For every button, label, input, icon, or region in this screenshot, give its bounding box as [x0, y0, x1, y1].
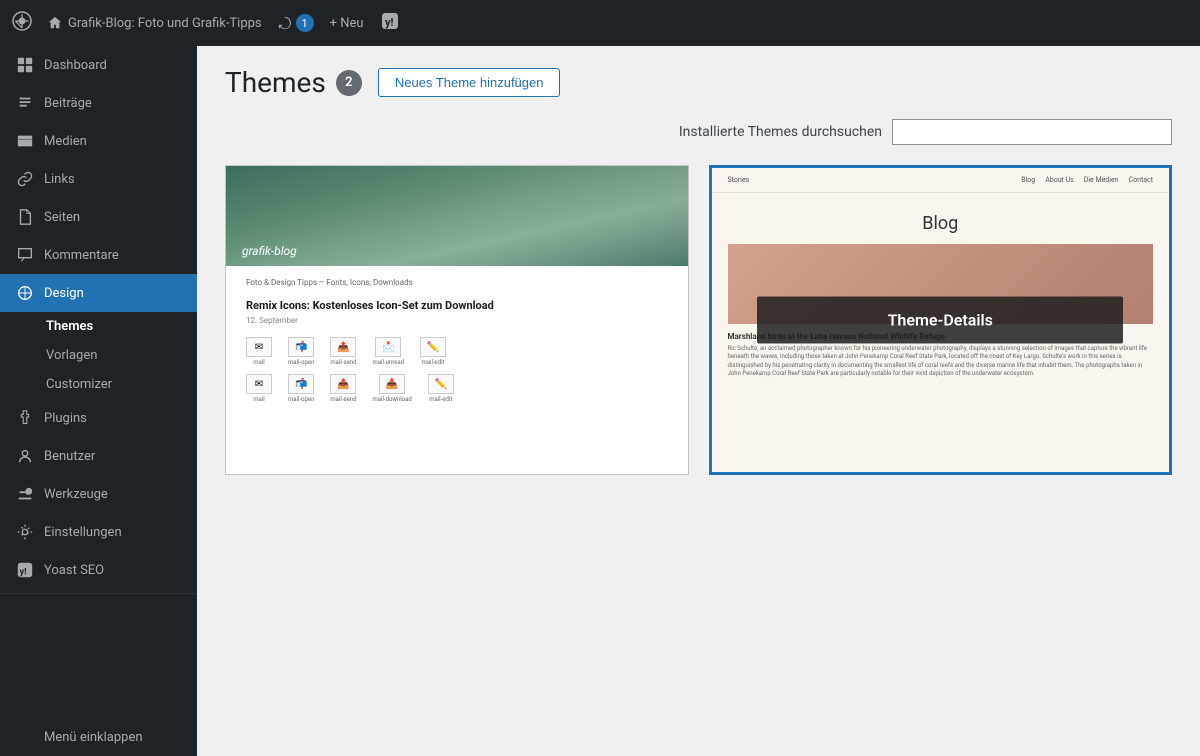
grafik-article-title: Remix Icons: Kostenloses Icon-Set zum Do…	[246, 299, 668, 312]
sidebar-item-beitrage[interactable]: Beiträge	[0, 84, 197, 122]
themes-grid: grafik-blog Foto & Design Tipps – Fonts,…	[225, 165, 1172, 475]
theme-details-overlay[interactable]: Theme-Details	[757, 297, 1123, 344]
design-submenu: Themes Vorlagen Customizer	[0, 312, 197, 399]
theme-card-twentytwentyfive[interactable]: Stories Blog About Us Die Medien Contact…	[709, 165, 1173, 475]
twtf-blog-heading: Blog	[712, 193, 1170, 244]
sidebar-item-einstellungen[interactable]: Einstellungen	[0, 513, 197, 551]
search-area: Installierte Themes durchsuchen	[225, 119, 1172, 145]
new-content-button[interactable]: + Neu	[330, 16, 364, 31]
twtf-nav: Stories Blog About Us Die Medien Contact	[712, 168, 1170, 193]
grafik-article-date: 12. September	[246, 316, 668, 325]
grafik-content: Foto & Design Tipps – Fonts, Icons, Down…	[226, 266, 688, 474]
page-header: Themes 2 Neues Theme hinzufügen	[225, 66, 1172, 99]
sidebar-item-seiten[interactable]: Seiten	[0, 198, 197, 236]
theme-footer-grafikblog: Aktiv: GrafikBlog 2.0 Customizer	[226, 474, 688, 475]
sidebar-sub-themes[interactable]: Themes	[0, 312, 197, 341]
svg-text:y!: y!	[20, 568, 27, 578]
grafik-header-image: grafik-blog	[226, 166, 688, 266]
twtf-nav-links: Blog About Us Die Medien Contact	[1021, 176, 1153, 184]
sidebar-item-yoast-seo[interactable]: y! Yoast SEO	[0, 551, 197, 589]
twtf-brand: Stories	[728, 176, 750, 184]
updates-icon[interactable]: 1	[278, 14, 314, 32]
svg-text:y!: y!	[385, 16, 394, 29]
updates-count: 1	[296, 14, 314, 32]
search-input[interactable]	[892, 119, 1172, 145]
sidebar-item-werkzeuge[interactable]: Werkzeuge	[0, 475, 197, 513]
sidebar-item-kommentare[interactable]: Kommentare	[0, 236, 197, 274]
sidebar-item-links[interactable]: Links	[0, 160, 197, 198]
theme-preview-grafikblog: grafik-blog Foto & Design Tipps – Fonts,…	[226, 166, 688, 474]
sidebar-item-dashboard[interactable]: Dashboard	[0, 46, 197, 84]
theme-card-grafikblog[interactable]: grafik-blog Foto & Design Tipps – Fonts,…	[225, 165, 689, 475]
site-breadcrumb[interactable]: Grafik-Blog: Foto und Grafik-Tipps	[48, 16, 262, 31]
collapse-menu-button[interactable]: Menü einklappen	[0, 718, 197, 756]
add-theme-button[interactable]: Neues Theme hinzufügen	[378, 68, 561, 97]
topbar: Grafik-Blog: Foto und Grafik-Tipps 1 + N…	[0, 0, 1200, 46]
grafik-blog-logo: grafik-blog	[242, 244, 672, 258]
yoast-icon[interactable]: y!	[380, 11, 400, 35]
grafik-icons-row-2: ✉mail 📬mail-open 📤mail-send 📥mail-downlo…	[246, 374, 668, 403]
theme-preview-twentytwentyfive: Stories Blog About Us Die Medien Contact…	[712, 168, 1170, 472]
page-title-wrap: Themes 2	[225, 66, 362, 99]
twtf-article-text: Ric Schulte, an acclaimed photographer k…	[728, 345, 1154, 379]
sidebar-sub-vorlagen[interactable]: Vorlagen	[0, 341, 197, 370]
sidebar-item-plugins[interactable]: Plugins	[0, 399, 197, 437]
grafik-icons-row: ✉mail 📬mail-open 📤mail-send 📩mail-unread…	[246, 337, 668, 366]
theme-footer-twentytwentyfive: Twenty Twenty-Fi Aktivieren Live-Vorscha…	[712, 472, 1170, 475]
wp-logo-icon[interactable]	[12, 11, 32, 35]
sidebar-item-design[interactable]: Design	[0, 274, 197, 312]
theme-count-badge: 2	[336, 70, 362, 96]
search-label: Installierte Themes durchsuchen	[679, 124, 882, 140]
sidebar-item-benutzer[interactable]: Benutzer	[0, 437, 197, 475]
sidebar-divider	[0, 593, 197, 594]
sidebar: Dashboard Beiträge Medien Links Seiten K…	[0, 46, 197, 756]
grafik-tagline: Foto & Design Tipps – Fonts, Icons, Down…	[246, 278, 668, 287]
sidebar-sub-customizer[interactable]: Customizer	[0, 370, 197, 399]
page-title: Themes	[225, 66, 326, 99]
main-content: Themes 2 Neues Theme hinzufügen Installi…	[197, 46, 1200, 756]
sidebar-item-medien[interactable]: Medien	[0, 122, 197, 160]
